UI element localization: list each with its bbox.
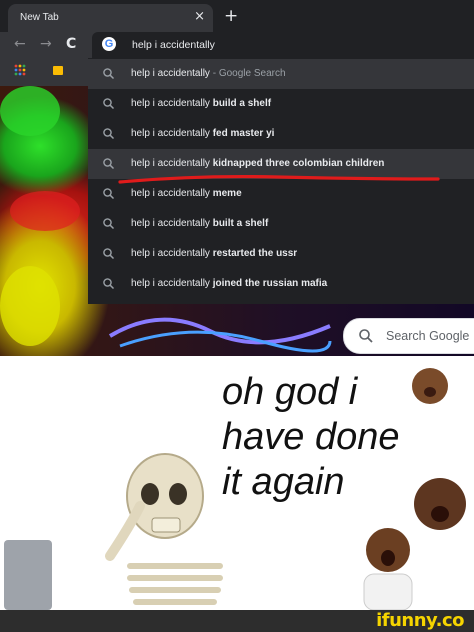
child-face-illustration [363, 528, 413, 610]
search-icon [103, 218, 115, 230]
forward-arrow-icon[interactable]: → [40, 36, 52, 52]
search-icon [103, 248, 115, 260]
close-icon[interactable]: × [194, 9, 205, 24]
address-bar-input[interactable]: help i accidentally [132, 39, 215, 51]
search-icon [359, 329, 373, 343]
search-icon [103, 98, 115, 110]
caption-line: oh god i [222, 371, 358, 413]
suggestion-text: help i accidentally build a shelf [131, 98, 272, 109]
suggestion-text: help i accidentally - Google Search [131, 68, 286, 79]
google-g-icon: G [102, 37, 116, 51]
tab-title: New Tab [20, 12, 59, 23]
tab-strip: New Tab × + [0, 0, 474, 32]
search-icon [103, 68, 115, 80]
suggestion-item[interactable]: help i accidentally restarted the ussr [88, 239, 474, 269]
back-arrow-icon[interactable]: ← [14, 36, 26, 52]
reload-icon[interactable]: C [66, 36, 76, 52]
ifunny-watermark: ifunny.co [376, 610, 464, 631]
search-icon [103, 158, 115, 170]
tab-new-tab[interactable]: New Tab × [8, 4, 213, 32]
caption-line: have done [222, 416, 400, 458]
search-icon [103, 128, 115, 140]
suggestion-text: help i accidentally fed master yi [131, 128, 275, 139]
apps-grid-icon[interactable] [14, 64, 26, 76]
caption-line: it again [222, 461, 345, 503]
suggestion-text: help i accidentally restarted the ussr [131, 248, 298, 259]
search-google-button[interactable]: Search Google [343, 318, 474, 354]
search-google-label: Search Google [386, 329, 470, 343]
art-yellow-blob [0, 266, 60, 346]
search-icon [103, 278, 115, 290]
search-icon [103, 188, 115, 200]
art-green-blob [0, 86, 60, 136]
suggestion-item[interactable]: help i accidentally fed master yi [88, 119, 474, 149]
folder-icon[interactable] [52, 64, 64, 76]
suggestion-text: help i accidentally kidnapped three colo… [131, 158, 385, 169]
address-bar[interactable]: G help i accidentally [92, 32, 474, 58]
art-scribble [108, 317, 332, 353]
suggestion-item[interactable]: help i accidentally - Google Search [88, 59, 474, 89]
watermark-bar: ifunny.co [0, 610, 474, 632]
new-tab-plus-icon[interactable]: + [224, 6, 238, 26]
suggestion-item[interactable]: help i accidentally build a shelf [88, 89, 474, 119]
suggestion-item[interactable]: help i accidentally built a shelf [88, 209, 474, 239]
suggestion-item[interactable]: help i accidentally joined the russian m… [88, 269, 474, 299]
suggestion-text: help i accidentally meme [131, 188, 242, 199]
art-red-blob [10, 191, 80, 231]
suggestion-text: help i accidentally built a shelf [131, 218, 269, 229]
red-underline-annotation [118, 174, 440, 184]
suggestion-text: help i accidentally joined the russian m… [131, 278, 328, 289]
meme-caption: oh god i have done it again [222, 370, 472, 505]
laptop-illustration [4, 540, 52, 610]
bookmarks-bar [0, 58, 90, 86]
